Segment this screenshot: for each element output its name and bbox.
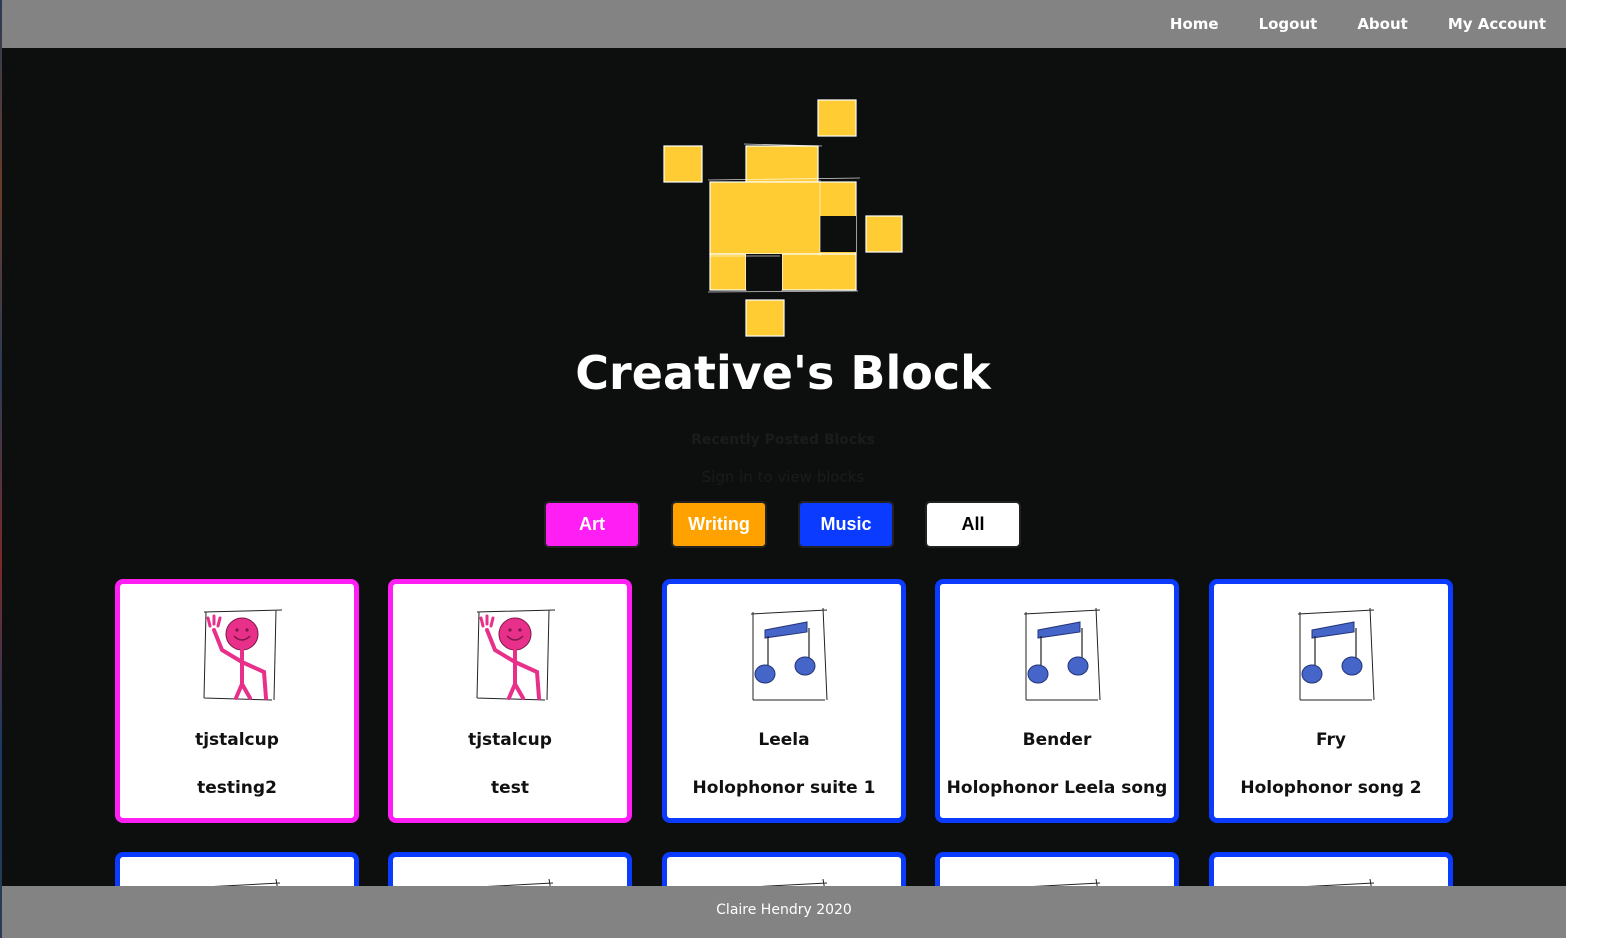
signin-message: Sign in to view blocks [701, 468, 865, 486]
nav-my-account-link[interactable]: My Account [1448, 15, 1546, 33]
nav-links: Home Logout About My Account [1130, 0, 1566, 48]
filter-art-button[interactable]: Art [544, 501, 640, 548]
card-author: tjstalcup [195, 730, 279, 750]
card-title: Holophonor suite 1 [692, 778, 876, 798]
scrollbar-track[interactable] [1566, 0, 1606, 938]
card-title: test [491, 778, 529, 798]
card-title: testing2 [197, 778, 277, 798]
card-author: Bender [1022, 730, 1092, 750]
block-card[interactable]: tjstalcup testing2 [115, 579, 359, 823]
nav-logout-link[interactable]: Logout [1259, 15, 1318, 33]
nav-about-link[interactable]: About [1357, 15, 1408, 33]
block-card[interactable]: tjstalcup test [388, 579, 632, 823]
recent-blocks-heading: Recently Posted Blocks [691, 432, 875, 448]
card-title: Holophonor song 2 [1240, 778, 1422, 798]
block-card[interactable]: Fry Holophonor song 2 [1209, 579, 1453, 823]
footer-credit: Claire Hendry 2020 [716, 902, 852, 918]
card-title: Holophonor Leela song [946, 778, 1168, 798]
music-note-icon [1023, 607, 1101, 701]
block-card[interactable]: Leela Holophonor suite 1 [662, 579, 906, 823]
card-author: Fry [1316, 730, 1346, 750]
site-logo [663, 99, 903, 337]
waving-figure-icon [203, 609, 283, 701]
filter-music-button[interactable]: Music [798, 501, 894, 548]
site-title: Creative's Block [575, 346, 991, 400]
music-note-icon [1297, 607, 1375, 701]
card-author: Leela [758, 730, 810, 750]
card-author: tjstalcup [468, 730, 552, 750]
filter-all-button[interactable]: All [925, 501, 1021, 548]
footer: Claire Hendry 2020 [2, 886, 1566, 938]
top-navbar: Home Logout About My Account [2, 0, 1566, 48]
nav-home-link[interactable]: Home [1170, 15, 1219, 33]
waving-figure-icon [476, 609, 556, 701]
category-filters: Art Writing Music All [544, 501, 1021, 548]
block-card[interactable]: Bender Holophonor Leela song [935, 579, 1179, 823]
filter-writing-button[interactable]: Writing [671, 501, 767, 548]
music-note-icon [750, 607, 828, 701]
